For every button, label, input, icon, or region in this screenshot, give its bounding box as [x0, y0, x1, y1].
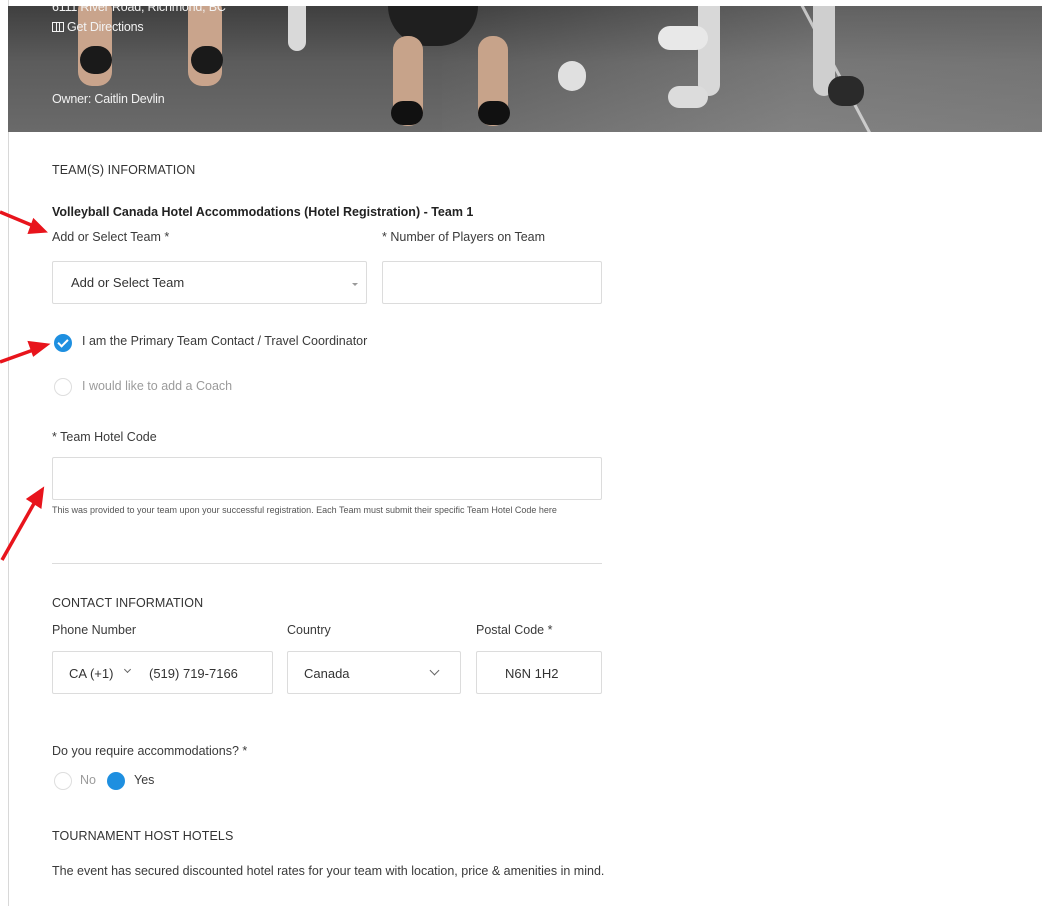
player-shoe: [658, 26, 708, 50]
player-leg: [288, 6, 306, 51]
postal-code-value: N6N 1H2: [505, 666, 559, 681]
phone-country-code-select[interactable]: CA (+1): [69, 666, 113, 681]
host-hotels-description: The event has secured discounted hotel r…: [52, 864, 605, 878]
accommodations-yes-label: Yes: [134, 773, 155, 787]
arrow-head: [25, 486, 45, 509]
event-owner: Owner: Caitlin Devlin: [52, 92, 165, 106]
annotation-arrow: [0, 210, 37, 229]
country-value: Canada: [304, 666, 350, 681]
chevron-down-icon: [429, 665, 440, 676]
contact-info-heading: CONTACT INFORMATION: [52, 596, 204, 610]
team-info-heading: TEAM(S) INFORMATION: [52, 163, 196, 177]
accommodations-no-label: No: [80, 773, 96, 787]
event-banner-image: 6111 River Road, Richmond, BC Get Direct…: [8, 6, 1042, 132]
player-leg: [698, 6, 720, 96]
team-select-value: Add or Select Team: [71, 275, 185, 290]
postal-code-input[interactable]: N6N 1H2: [476, 651, 602, 694]
annotation-arrow: [0, 499, 38, 561]
event-address: 6111 River Road, Richmond, BC: [52, 6, 226, 14]
player-shoe: [558, 61, 586, 91]
postal-code-label: Postal Code *: [476, 623, 553, 637]
player-kneepad: [191, 46, 223, 74]
primary-contact-label: I am the Primary Team Contact / Travel C…: [82, 334, 368, 348]
add-coach-label: I would like to add a Coach: [82, 379, 233, 393]
hotel-code-label: * Team Hotel Code: [52, 430, 157, 444]
country-select[interactable]: Canada: [287, 651, 461, 694]
get-directions-label: Get Directions: [67, 20, 144, 34]
arrow-head: [27, 217, 48, 234]
player-kneepad: [80, 46, 112, 74]
team-title: Volleyball Canada Hotel Accommodations (…: [52, 205, 474, 219]
phone-label: Phone Number: [52, 623, 137, 637]
hotel-code-help-text: This was provided to your team upon your…: [52, 505, 557, 515]
team-select-label: Add or Select Team *: [52, 230, 170, 244]
get-directions-link[interactable]: Get Directions: [52, 20, 144, 34]
player-shoe: [828, 76, 864, 106]
accommodations-question: Do you require accommodations? *: [52, 744, 248, 758]
section-divider: [52, 563, 602, 564]
country-label: Country: [287, 623, 331, 637]
players-count-label: * Number of Players on Team: [382, 230, 546, 244]
player-kneepad: [391, 101, 423, 125]
hotel-code-input[interactable]: [52, 457, 602, 500]
players-count-input[interactable]: [382, 261, 602, 304]
radio-on-icon: [107, 772, 125, 790]
annotation-arrows: [0, 210, 51, 561]
host-hotels-heading: TOURNAMENT HOST HOTELS: [52, 829, 234, 843]
player-shoe: [668, 86, 708, 108]
court-floor: [442, 6, 1042, 132]
chevron-down-icon: [123, 665, 132, 674]
phone-number-value: (519) 719-7166: [149, 666, 238, 681]
annotation-arrow: [0, 347, 37, 364]
team-select-dropdown[interactable]: Add or Select Team: [52, 261, 367, 304]
arrow-head: [27, 340, 51, 357]
player-kneepad: [478, 101, 510, 125]
caret-down-icon: [352, 283, 358, 286]
phone-input[interactable]: CA (+1) (519) 719-7166: [52, 651, 273, 694]
